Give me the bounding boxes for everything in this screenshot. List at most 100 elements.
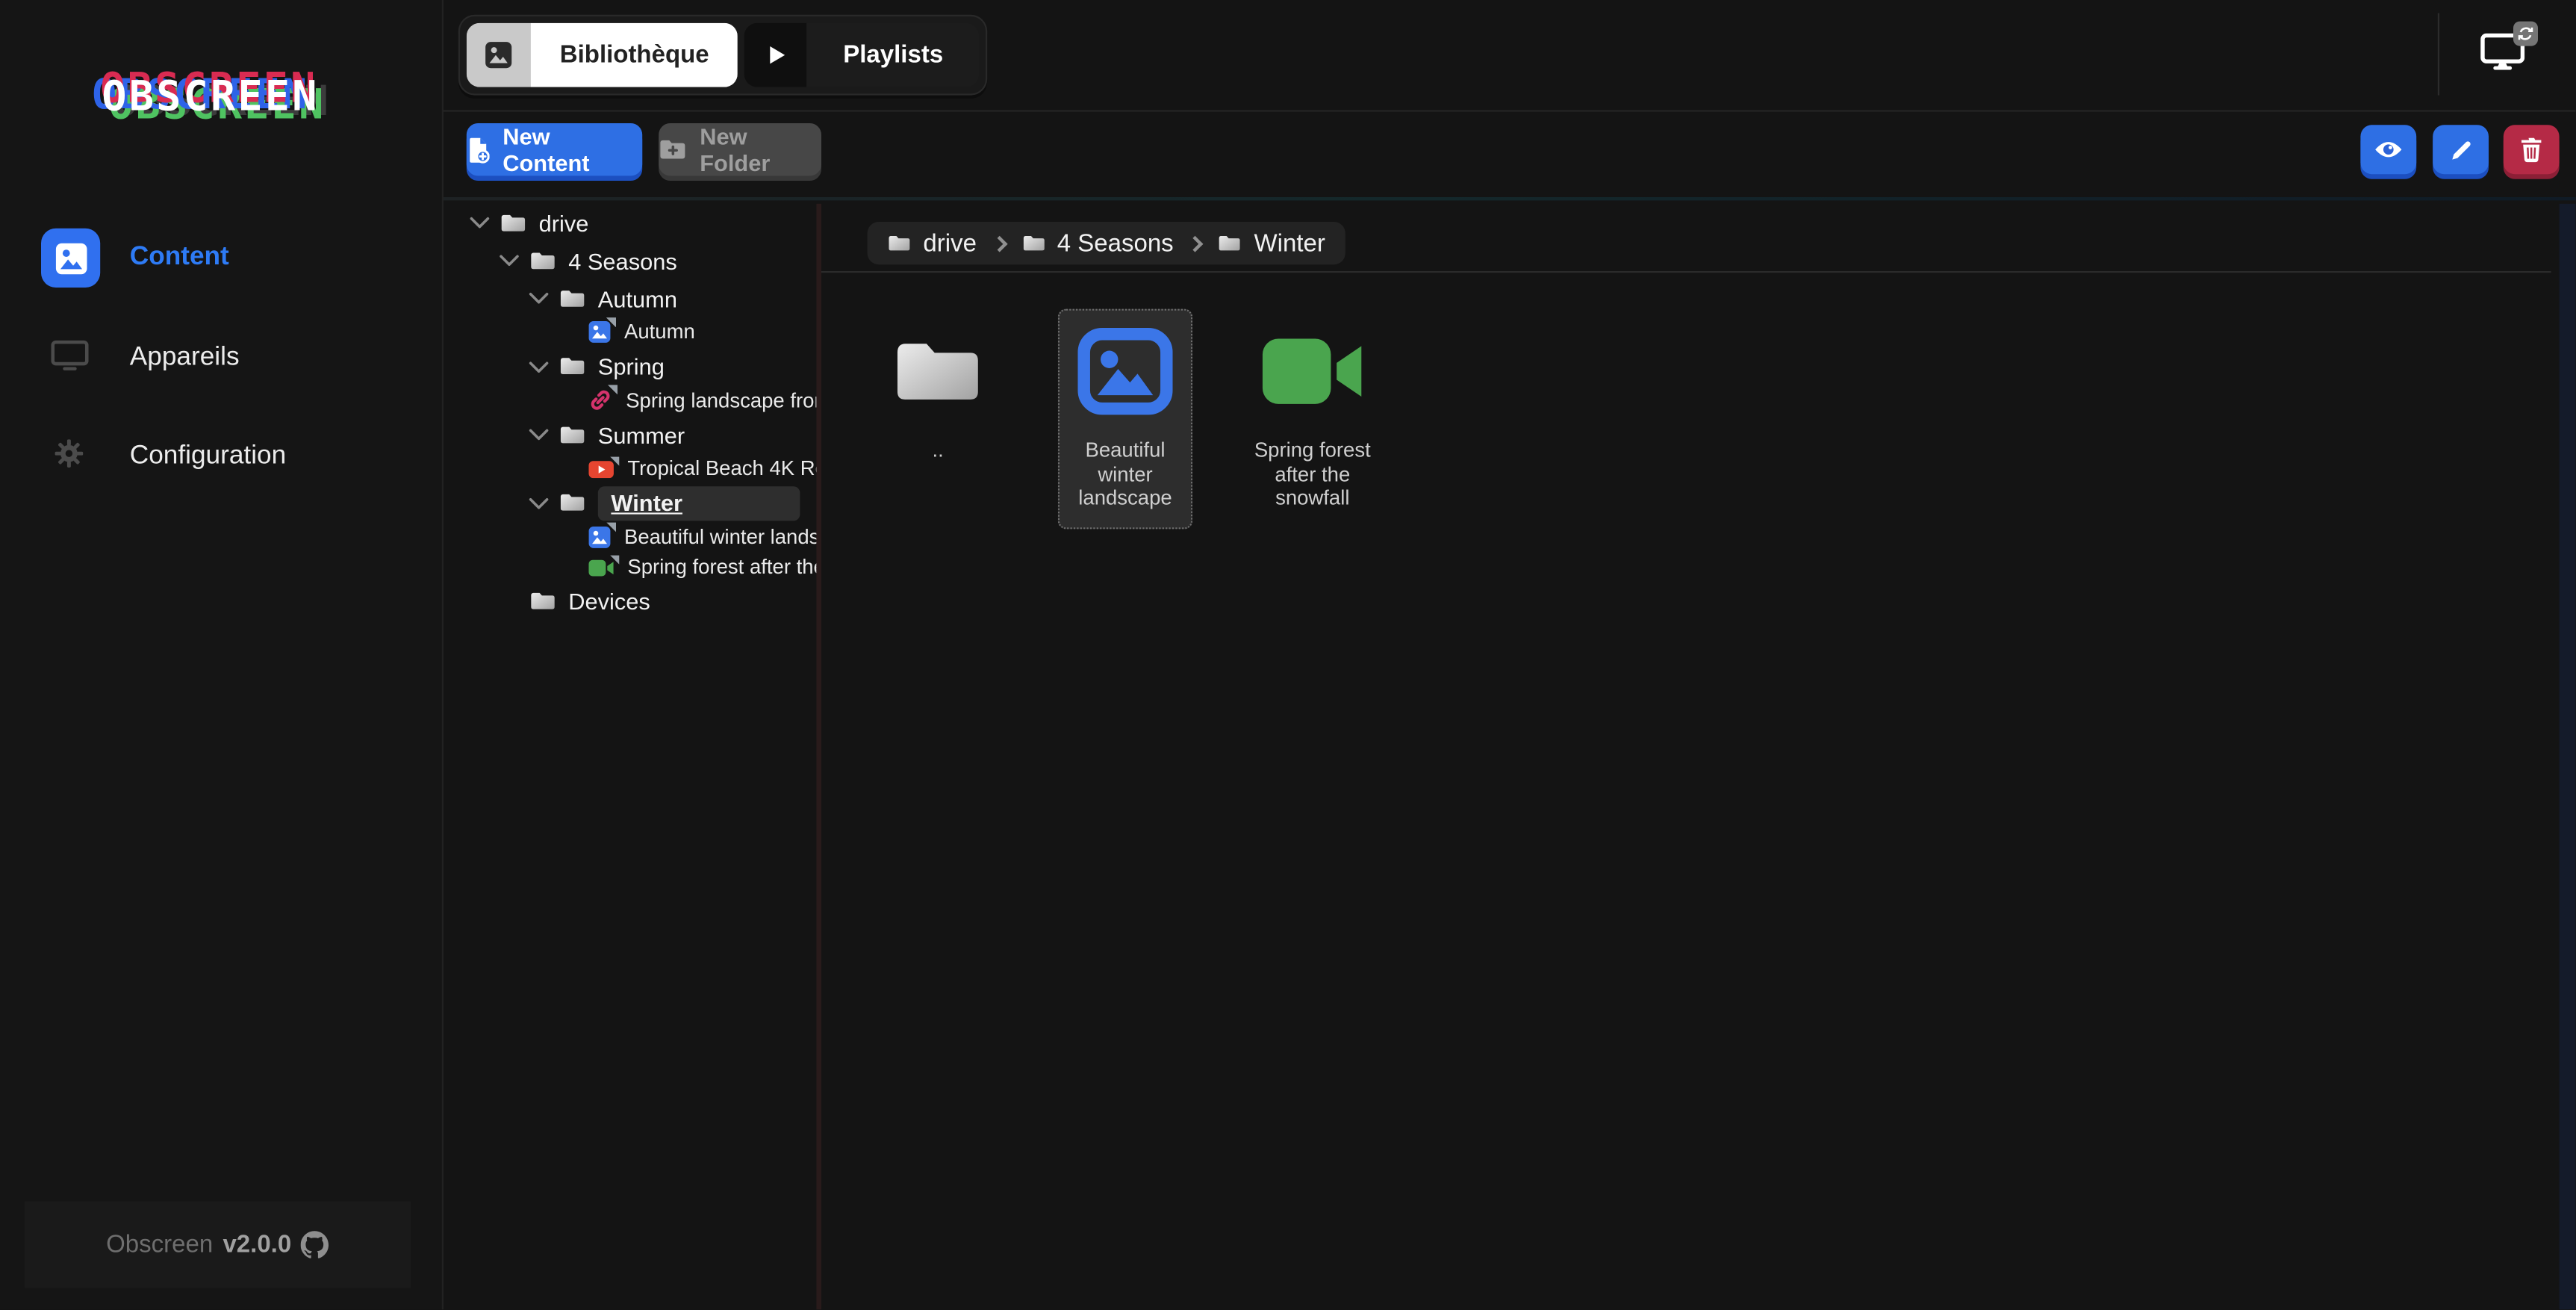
- version-footer: Obscreen v2.0.0: [25, 1201, 411, 1288]
- chevron-right-icon: [1188, 235, 1204, 252]
- tree-item-summer-folder[interactable]: Summer: [444, 416, 816, 454]
- file-plus-icon: [467, 136, 490, 164]
- chevron-right-icon: [991, 235, 1007, 252]
- breadcrumb-label: drive: [923, 229, 977, 257]
- tree-item-4-seasons[interactable]: 4 Seasons: [444, 241, 816, 279]
- tree-item-spring-folder[interactable]: Spring: [444, 347, 816, 385]
- chevron-down-icon[interactable]: [529, 496, 548, 509]
- chevron-down-icon[interactable]: [529, 360, 548, 373]
- folder-icon: [500, 211, 527, 234]
- breadcrumb-item-winter[interactable]: Winter: [1218, 229, 1325, 257]
- video-icon: [588, 558, 615, 577]
- image-icon: [588, 525, 612, 548]
- play-icon: [745, 23, 808, 87]
- folder-icon: [1021, 233, 1045, 252]
- toolbar: New Content New Folder: [444, 112, 2576, 201]
- link-icon: [588, 388, 613, 413]
- tree-item-label: Tropical Beach 4K Relaxation: [627, 457, 816, 480]
- tab-playlists[interactable]: Playlists: [745, 23, 980, 87]
- button-label: New Content: [503, 123, 642, 176]
- tile-label: Spring forest after the snowfall: [1247, 438, 1378, 510]
- tree-item-spring-forest[interactable]: Spring forest after the snowfall: [444, 552, 816, 583]
- screens-status-button[interactable]: [2480, 33, 2536, 82]
- tree-item-label: Spring: [598, 353, 665, 379]
- sidebar-item-label: Configuration: [130, 442, 286, 472]
- tab-group: Bibliothèque Playlists: [458, 15, 987, 96]
- refresh-icon: [2513, 22, 2538, 46]
- video-icon: [1260, 334, 1365, 409]
- tree-item-label-selected: Winter: [598, 485, 800, 520]
- sidebar-item-appareils[interactable]: Appareils: [0, 329, 444, 394]
- tree-item-beautiful-winter[interactable]: Beautiful winter landscape: [444, 522, 816, 553]
- breadcrumb-item-4-seasons[interactable]: 4 Seasons: [1021, 229, 1173, 257]
- folder-icon: [890, 332, 986, 411]
- folder-plus-icon: [659, 138, 686, 161]
- chevron-down-icon[interactable]: [470, 216, 489, 229]
- youtube-icon: [588, 459, 615, 478]
- file-grid: .. Beautiful winter landscape Spring for…: [871, 309, 1380, 529]
- scrollbar-track[interactable]: [2560, 204, 2576, 1310]
- tree-item-tropical-beach[interactable]: Tropical Beach 4K Relaxation: [444, 453, 816, 484]
- tree-item-label: Spring landscape from slopes: [626, 389, 816, 412]
- delete-button[interactable]: [2504, 125, 2560, 174]
- eye-icon: [2374, 140, 2404, 159]
- new-folder-button[interactable]: New Folder: [659, 123, 821, 176]
- gear-icon: [55, 438, 84, 476]
- folder-icon: [559, 491, 586, 514]
- preview-button[interactable]: [2360, 125, 2416, 174]
- edit-button[interactable]: [2433, 125, 2489, 174]
- tree-item-autumn-folder[interactable]: Autumn: [444, 279, 816, 317]
- tree-item-autumn-image[interactable]: Autumn: [444, 317, 816, 348]
- tree-item-label: Summer: [598, 421, 685, 447]
- breadcrumb-row: drive 4 Seasons Winter: [821, 204, 2551, 273]
- breadcrumb-item-drive[interactable]: drive: [887, 229, 977, 257]
- folder-tree: drive 4 Seasons Autumn Autumn: [444, 204, 816, 1310]
- tile-spring-forest-snowfall[interactable]: Spring forest after the snowfall: [1245, 309, 1380, 529]
- sidebar-item-content[interactable]: Content: [0, 229, 444, 294]
- tree-item-label: Autumn: [624, 321, 695, 344]
- tree-item-label: Devices: [568, 589, 650, 615]
- tab-bibliotheque[interactable]: Bibliothèque: [467, 23, 738, 87]
- image-icon: [1077, 327, 1173, 416]
- tile-label: ..: [872, 438, 1004, 462]
- sidebar-item-configuration[interactable]: Configuration: [0, 427, 444, 493]
- tree-item-winter-folder[interactable]: Winter: [444, 484, 816, 522]
- content-panel: drive 4 Seasons Winter: [821, 204, 2560, 1310]
- folder-icon: [887, 233, 912, 252]
- folder-icon: [559, 423, 586, 446]
- tab-label: Playlists: [807, 23, 979, 87]
- new-content-button[interactable]: New Content: [467, 123, 642, 176]
- top-bar: Bibliothèque Playlists: [444, 0, 2576, 112]
- pencil-icon: [2448, 137, 2473, 162]
- chevron-down-icon[interactable]: [500, 254, 519, 267]
- monitor-icon: [51, 340, 89, 379]
- workspace: drive 4 Seasons Autumn Autumn: [444, 204, 2576, 1310]
- sidebar: OBSCREEN Content Appareils Configuration…: [0, 0, 444, 1309]
- tree-item-label: Spring forest after the snowfall: [627, 556, 816, 579]
- tree-item-devices[interactable]: Devices: [444, 583, 816, 621]
- button-label: New Folder: [700, 123, 821, 176]
- folder-icon: [559, 287, 586, 309]
- tree-item-spring-landscape[interactable]: Spring landscape from slopes: [444, 385, 816, 416]
- folder-icon: [529, 590, 556, 612]
- image-icon: [588, 321, 612, 344]
- tree-item-label: drive: [539, 210, 589, 236]
- tile-parent-folder[interactable]: ..: [871, 309, 1005, 481]
- chevron-down-icon[interactable]: [529, 292, 548, 305]
- tile-label: Beautiful winter landscape: [1060, 438, 1191, 510]
- tile-beautiful-winter-landscape[interactable]: Beautiful winter landscape: [1058, 309, 1192, 529]
- toolbar-divider: [444, 197, 2576, 200]
- chevron-down-icon[interactable]: [529, 428, 548, 441]
- panel-splitter[interactable]: [816, 204, 821, 1310]
- trash-icon: [2520, 137, 2543, 163]
- breadcrumb: drive 4 Seasons Winter: [868, 222, 1345, 264]
- folder-icon: [1218, 233, 1242, 252]
- app-name: Obscreen: [106, 1231, 213, 1258]
- sidebar-item-label: Content: [130, 243, 229, 273]
- tree-item-drive[interactable]: drive: [444, 204, 816, 242]
- tab-label: Bibliothèque: [531, 23, 738, 87]
- breadcrumb-label: Winter: [1254, 229, 1325, 257]
- breadcrumb-label: 4 Seasons: [1057, 229, 1174, 257]
- app-version: v2.0.0: [223, 1231, 291, 1258]
- github-icon[interactable]: [301, 1231, 329, 1258]
